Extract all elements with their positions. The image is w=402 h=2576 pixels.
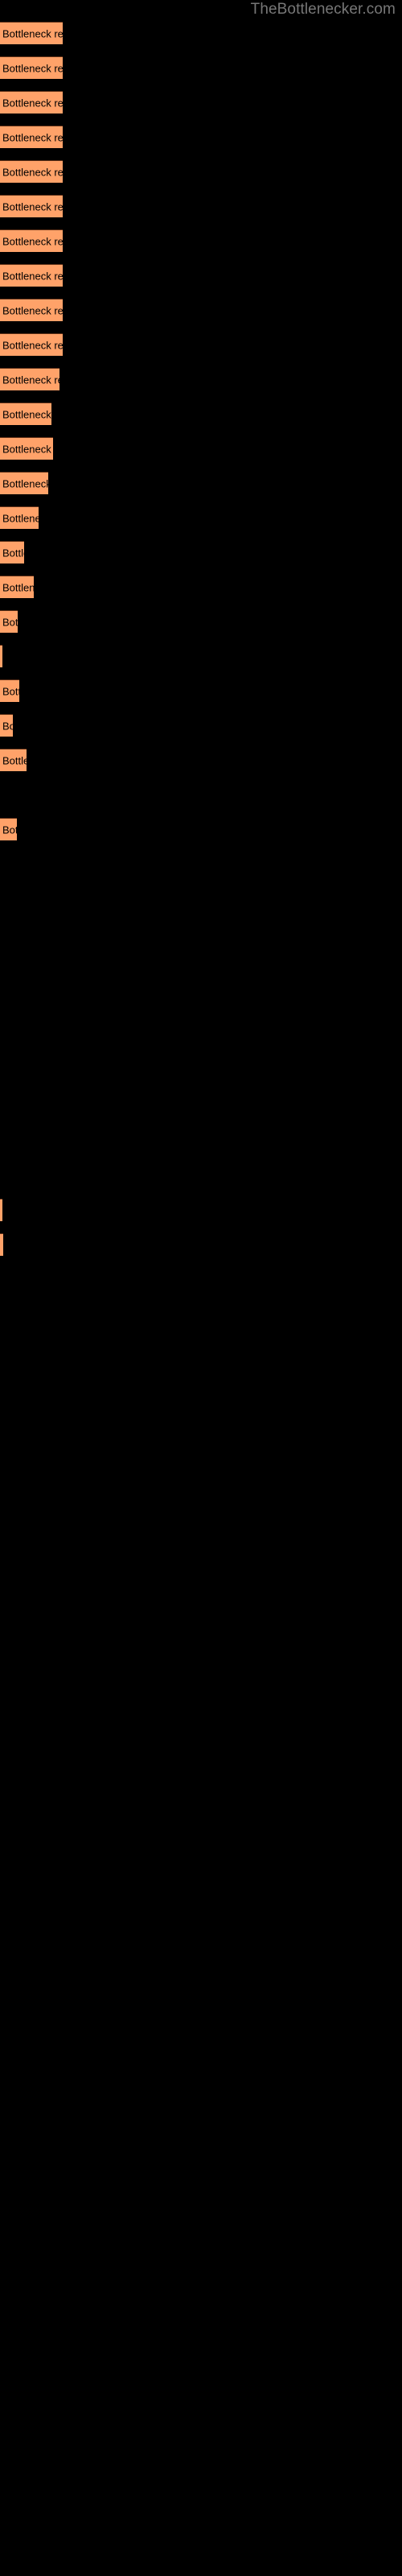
bar[interactable]: Bottleneck result xyxy=(0,506,39,529)
bar-label: Bottleneck result xyxy=(2,200,63,213)
bar-label: Bottleneck result xyxy=(2,581,34,593)
bar-slot: Bottleneck result xyxy=(0,1199,402,1221)
bar[interactable]: Bottleneck result xyxy=(0,264,63,287)
bar-slot: Bottleneck result xyxy=(0,56,402,79)
bar-label: Bottleneck result xyxy=(2,131,63,143)
bar-slot: Bottleneck result xyxy=(0,91,402,114)
bar[interactable]: Bottleneck result xyxy=(0,437,53,460)
bar-label: Bottleneck result xyxy=(2,547,24,559)
bar-slot: Bottleneck result xyxy=(0,645,402,667)
bar-slot: Bottleneck result xyxy=(0,714,402,737)
bar-slot: Bottleneck result xyxy=(0,22,402,44)
bar-slot: Bottleneck result xyxy=(0,506,402,529)
bar-label: Bottleneck result xyxy=(2,304,63,316)
bar-slot xyxy=(0,1268,402,1290)
bar-label: Bottleneck result xyxy=(2,477,48,489)
bar-slot: Bottleneck result xyxy=(0,229,402,252)
bar-slot: Bottleneck result xyxy=(0,195,402,217)
bar-label: Bottleneck result xyxy=(2,339,63,351)
bar-slot xyxy=(0,1060,402,1083)
bar[interactable]: Bottleneck result xyxy=(0,1199,2,1221)
bar-slot: Bottleneck result xyxy=(0,160,402,183)
bar-slot: Bottleneck result xyxy=(0,126,402,148)
bar[interactable]: Bottleneck result xyxy=(0,679,19,702)
bar-label: Bottleneck result xyxy=(2,824,17,836)
bar-slot xyxy=(0,1026,402,1048)
bar[interactable]: Bottleneck result xyxy=(0,541,24,564)
bar-slot xyxy=(0,922,402,944)
bar-label: Bottleneck result xyxy=(2,616,18,628)
bar-label: Bottleneck result xyxy=(2,443,53,455)
bar[interactable]: Bottleneck result xyxy=(0,576,34,598)
bar-label: Bottleneck result xyxy=(2,408,51,420)
bar-slot xyxy=(0,956,402,979)
bar-slot: Bottleneck result xyxy=(0,333,402,356)
bar-slot xyxy=(0,1129,402,1152)
bar[interactable]: Bottleneck result xyxy=(0,56,63,79)
bar[interactable]: Bottleneck result xyxy=(0,160,63,183)
bar-slot xyxy=(0,991,402,1013)
bar[interactable]: Bottleneck result xyxy=(0,195,63,217)
bar-slot xyxy=(0,852,402,875)
bar[interactable]: Bottleneck result xyxy=(0,472,48,494)
bar-slot: Bottleneck result xyxy=(0,610,402,633)
bar[interactable]: Bottleneck result xyxy=(0,126,63,148)
bar[interactable]: Bottleneck result xyxy=(0,610,18,633)
bar-label: Bottleneck result xyxy=(2,166,63,178)
bar-label: Bottleneck result xyxy=(2,512,39,524)
bar-slot xyxy=(0,1095,402,1117)
bar[interactable]: Bottleneck result xyxy=(0,749,27,771)
bar-label: Bottleneck result xyxy=(2,27,63,39)
bar-slot: Bottleneck result xyxy=(0,264,402,287)
bar-slot: Bottleneck result xyxy=(0,541,402,564)
bar[interactable]: Bottleneck result xyxy=(0,818,17,840)
bar-label: Bottleneck result xyxy=(2,754,27,766)
bar[interactable]: Bottleneck result xyxy=(0,368,59,390)
bar[interactable]: Bottleneck result xyxy=(0,299,63,321)
bar[interactable]: Bottleneck result xyxy=(0,645,2,667)
bar[interactable]: Bottleneck result xyxy=(0,333,63,356)
bar[interactable]: Bottleneck result xyxy=(0,22,63,44)
bar-label: Bottleneck result xyxy=(2,270,63,282)
bar-slot: Bottleneck result xyxy=(0,368,402,390)
bar-slot: Bottleneck result xyxy=(0,472,402,494)
bar-label: Bottleneck result xyxy=(2,1239,3,1251)
bar-slot: Bottleneck result xyxy=(0,299,402,321)
bar[interactable]: Bottleneck result xyxy=(0,1233,3,1256)
bar-label: Bottleneck result xyxy=(2,685,19,697)
bar[interactable]: Bottleneck result xyxy=(0,402,51,425)
bar-slot xyxy=(0,783,402,806)
bar[interactable]: Bottleneck result xyxy=(0,91,63,114)
bar-label: Bottleneck result xyxy=(2,235,63,247)
bar[interactable]: Bottleneck result xyxy=(0,229,63,252)
bar-slot xyxy=(0,1164,402,1187)
bar-label: Bottleneck result xyxy=(2,374,59,386)
bar-slot: Bottleneck result xyxy=(0,402,402,425)
bar[interactable]: Bottleneck result xyxy=(0,714,13,737)
bar-slot: Bottleneck result xyxy=(0,749,402,771)
bar-slot: Bottleneck result xyxy=(0,437,402,460)
bottleneck-chart: TheBottlenecker.com Bottleneck resultBot… xyxy=(0,0,402,2576)
bar-series: Bottleneck result Bottleneck result Bottle… xyxy=(0,0,402,2576)
bar-slot: Bottleneck result xyxy=(0,679,402,702)
bar-slot: Bottleneck result xyxy=(0,576,402,598)
bar-slot: Bottleneck result xyxy=(0,818,402,840)
bar-label: Bottleneck result xyxy=(2,97,63,109)
bar-label: Bottleneck result xyxy=(2,62,63,74)
bar-label: Bottleneck result xyxy=(2,720,13,732)
bar-slot xyxy=(0,887,402,910)
bar-slot: Bottleneck result xyxy=(0,1233,402,1256)
